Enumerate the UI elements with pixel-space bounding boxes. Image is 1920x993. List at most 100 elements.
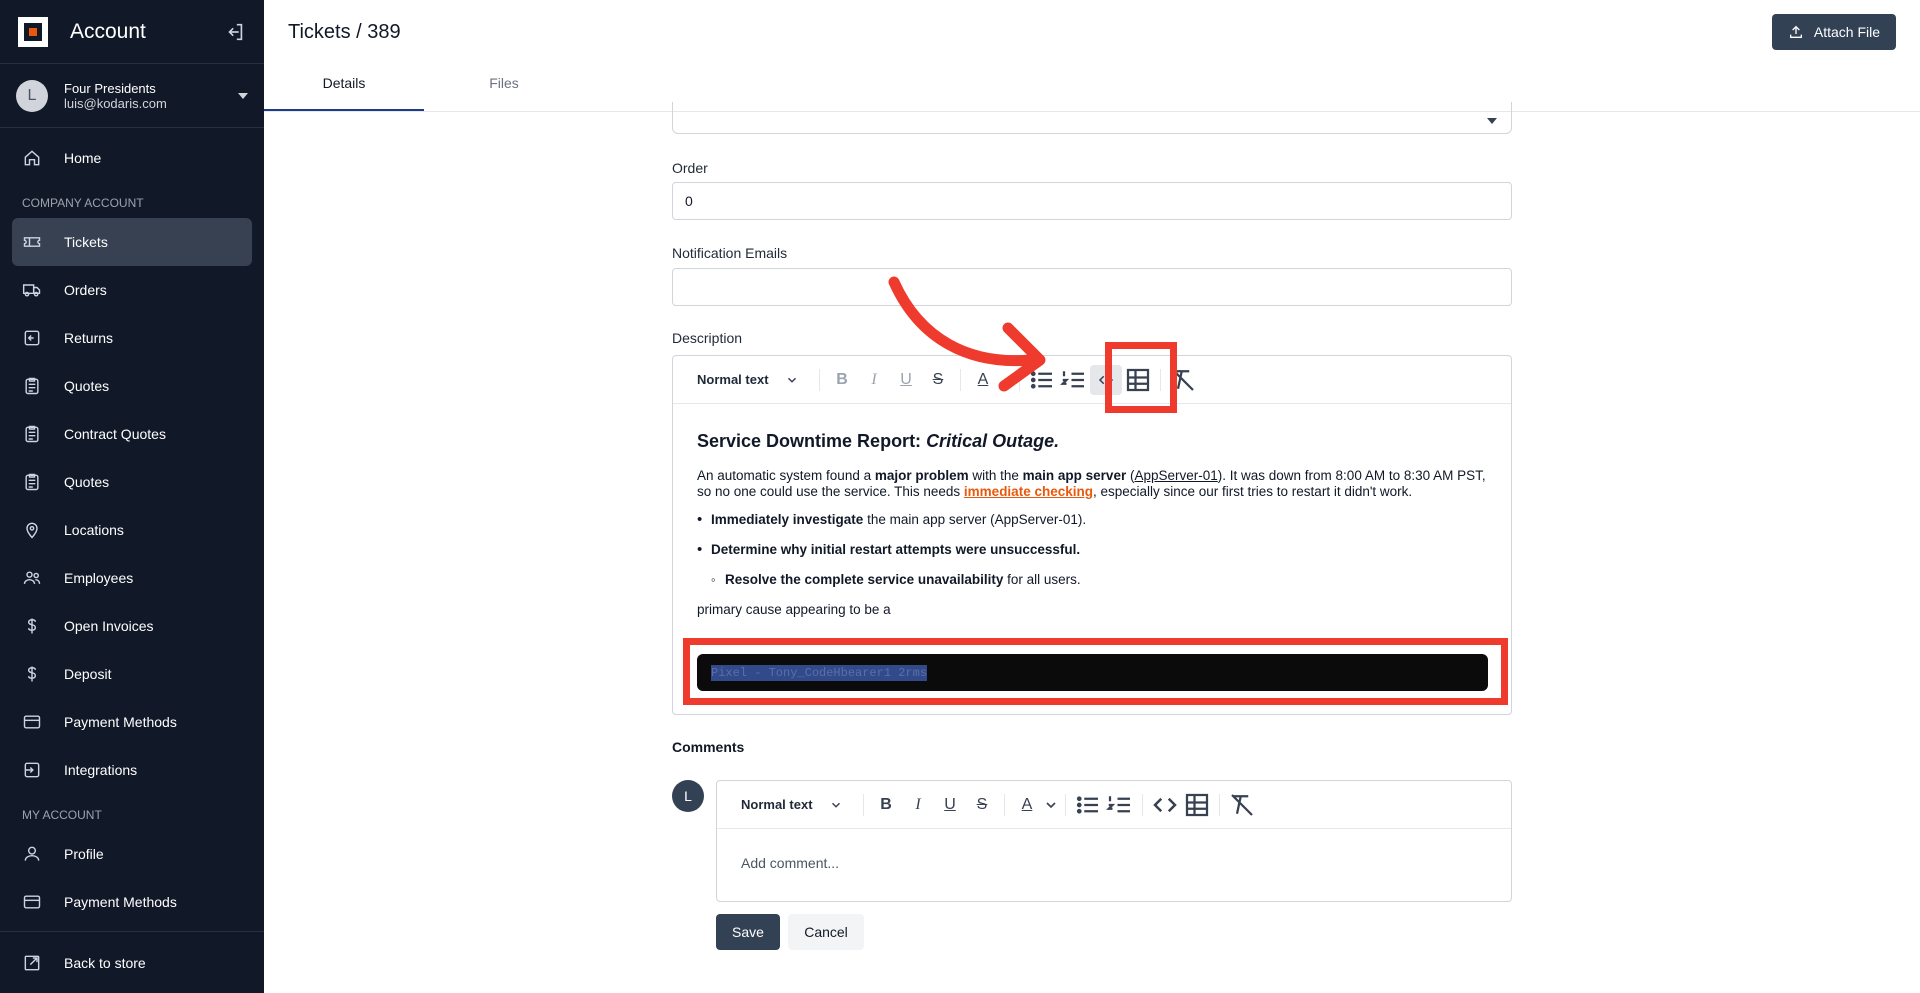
sidebar-title: Account [70,19,146,43]
sidebar-item-returns[interactable]: Returns [12,314,252,362]
sidebar-item-label: Profile [64,846,104,862]
home-icon [24,150,40,166]
sidebar-item-label: Payment Methods [64,714,177,730]
clipboard-icon [25,377,39,395]
text-color-button[interactable]: A [1011,790,1043,820]
comment-editor[interactable]: Normal text B I U S A Add comment... [716,780,1512,902]
sidebar-item-deposit[interactable]: Deposit [12,650,252,698]
sidebar-item-label: Returns [64,330,114,346]
editor-content[interactable]: Service Downtime Report: Critical Outage… [673,404,1511,618]
user-name: Four Presidents [64,80,156,96]
status-select[interactable] [672,102,1512,134]
text-style-select[interactable]: Normal text [727,797,857,812]
clear-formatting-icon[interactable] [1226,790,1258,820]
avatar: L [672,780,704,812]
numbered-list-icon[interactable] [1058,365,1090,395]
sidebar-item-label: Payment Methods [64,894,177,910]
paragraph: primary cause appearing to be a [697,602,891,617]
sidebar-item-profile[interactable]: Profile [12,830,252,878]
sidebar-item-my-payment-methods[interactable]: Payment Methods [12,878,252,926]
sidebar-item-tickets[interactable]: Tickets [12,218,252,266]
text-style-select[interactable]: Normal text [683,372,813,387]
text-style-label: Normal text [697,372,769,387]
sidebar-item-open-invoices[interactable]: Open Invoices [12,602,252,650]
page-header: Tickets / 389 Attach File Details Files [264,0,1920,112]
order-label: Order [672,160,708,176]
sidebar-item-label: Locations [64,522,124,538]
cancel-button[interactable]: Cancel [788,914,864,950]
strikethrough-button[interactable]: S [966,790,998,820]
upload-icon [1789,25,1802,38]
clipboard-icon [25,425,39,443]
sidebar-item-payment-methods[interactable]: Payment Methods [12,698,252,746]
section-my-account: MY ACCOUNT [22,808,102,822]
sidebar-nav: Home COMPANY ACCOUNT Tickets Orders Retu… [0,128,264,926]
avatar: L [16,79,48,112]
comments-heading: Comments [672,739,745,755]
chevron-down-icon [831,802,841,808]
table-icon[interactable] [1181,790,1213,820]
sidebar-item-contract-quotes[interactable]: Contract Quotes [12,410,252,458]
map-pin-icon [26,522,38,539]
return-icon [24,330,40,346]
page-title: Tickets / 389 [288,21,401,43]
sidebar-item-employees[interactable]: Employees [12,554,252,602]
attach-file-label: Attach File [1813,24,1880,40]
attach-file-button[interactable]: Attach File [1771,14,1896,50]
paragraph: An automatic system found a major proble… [697,468,1486,499]
chevron-down-icon [238,92,248,99]
sidebar-item-quotes-2[interactable]: Quotes [12,458,252,506]
user-email: luis@kodaris.com [64,95,167,111]
tab-files[interactable]: Files [424,71,584,111]
dollar-icon [27,618,37,634]
dollar-icon [27,666,37,682]
annotation-highlight-box [683,638,1508,705]
text-style-label: Normal text [741,797,813,812]
chevron-down-icon[interactable] [1043,790,1059,820]
ticket-icon [23,237,41,247]
user-switcher[interactable]: L Four Presidents luis@kodaris.com [0,64,264,128]
sidebar-item-home[interactable]: Home [12,134,252,182]
tab-bar: Details Files [264,71,584,111]
sidebar-item-quotes[interactable]: Quotes [12,362,252,410]
code-icon[interactable] [1149,790,1181,820]
bold-button[interactable]: B [870,790,902,820]
list-item: Determine why initial restart attempts w… [697,542,1487,558]
sidebar-item-label: Deposit [64,666,112,682]
sidebar-header: Account [0,0,264,64]
external-link-icon [24,955,40,970]
kodaris-logo[interactable] [18,16,48,47]
sidebar-item-orders[interactable]: Orders [12,266,252,314]
sidebar-item-label: Home [64,150,102,166]
comment-toolbar: Normal text B I U S A [717,781,1511,829]
save-button[interactable]: Save [716,914,780,950]
nested-bullet-list: Resolve the complete service unavailabil… [697,572,1487,588]
sidebar-item-label: Quotes [64,378,110,394]
underline-button[interactable]: U [934,790,966,820]
notification-emails-label: Notification Emails [672,245,788,261]
bullet-list-icon[interactable] [1072,790,1104,820]
integration-icon [24,762,40,778]
bold-button[interactable]: B [826,365,858,395]
order-input[interactable]: 0 [672,182,1512,220]
description-label: Description [672,330,743,346]
list-item: Immediately investigate the main app ser… [697,512,1487,528]
sidebar-item-integrations[interactable]: Integrations [12,746,252,794]
numbered-list-icon[interactable] [1104,790,1136,820]
notification-emails-input[interactable] [672,268,1512,306]
italic-button[interactable]: I [902,790,934,820]
back-to-store-link[interactable]: Back to store [0,931,264,993]
credit-card-icon [23,895,41,909]
sidebar-item-label: Orders [64,282,107,298]
document-heading: Service Downtime Report: Critical Outage… [697,431,1060,451]
bullet-list: Immediately investigate the main app ser… [697,512,1487,558]
comment-input[interactable]: Add comment... [717,829,1511,897]
users-icon [23,571,41,584]
user-icon [24,846,40,861]
back-to-store-label: Back to store [64,954,146,971]
sidebar-item-locations[interactable]: Locations [12,506,252,554]
logout-icon[interactable] [224,21,246,43]
tab-details[interactable]: Details [264,71,424,111]
sidebar-item-label: Integrations [64,762,138,778]
section-company-account: COMPANY ACCOUNT [22,196,144,210]
